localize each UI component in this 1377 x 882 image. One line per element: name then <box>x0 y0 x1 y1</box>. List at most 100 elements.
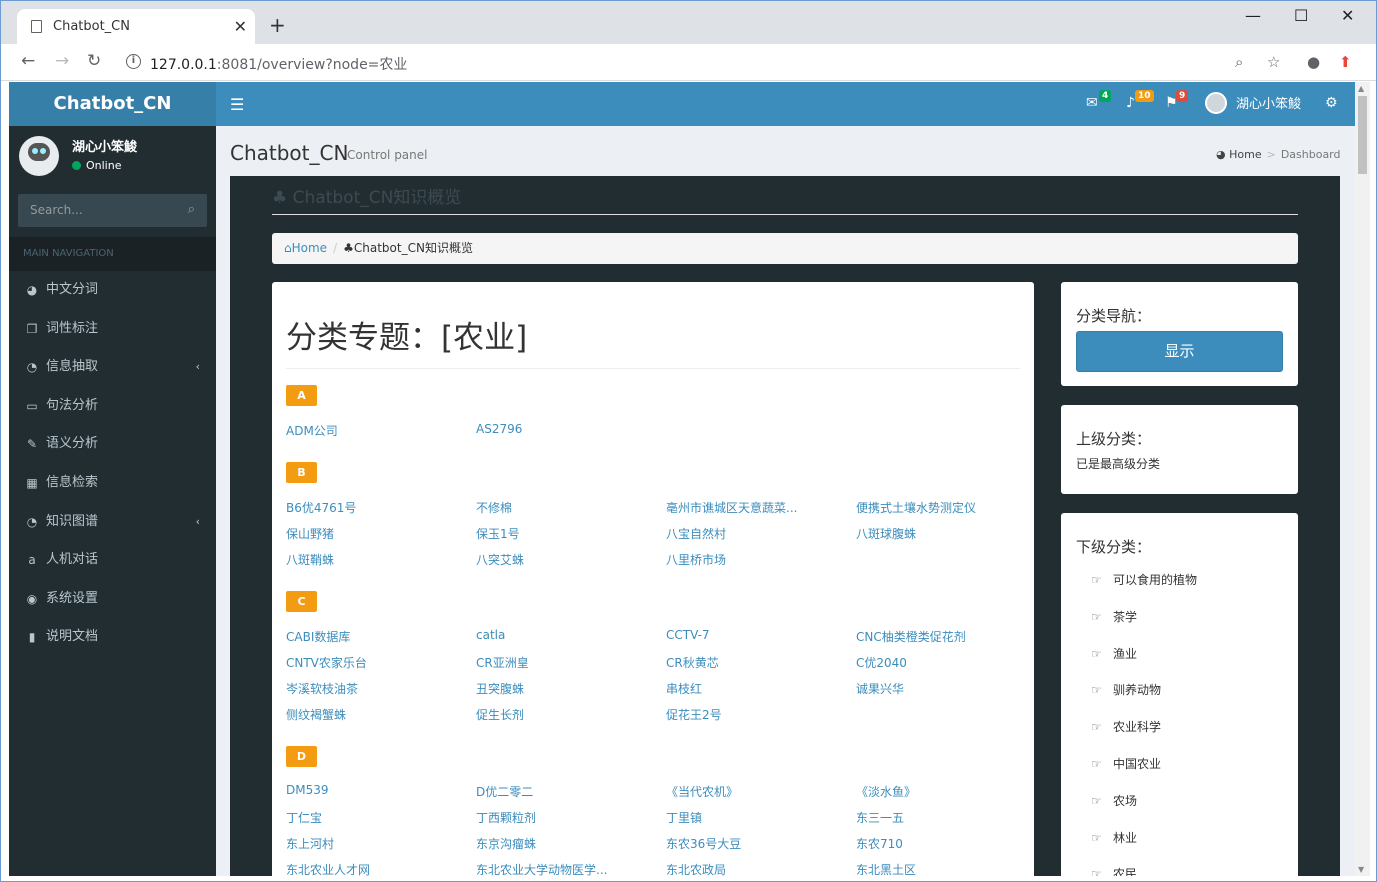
topic-link[interactable]: catla <box>476 628 505 642</box>
sidebar-toggle-icon[interactable]: ☰ <box>230 95 244 114</box>
topic-link[interactable]: C优2040 <box>856 654 907 671</box>
topic-link[interactable]: 八突艾蛛 <box>476 551 524 568</box>
app-logo[interactable]: Chatbot_CN <box>9 82 216 126</box>
zoom-icon[interactable]: ⌕ <box>1235 53 1243 71</box>
topic-link[interactable]: 东北农业人才网 <box>286 861 370 876</box>
topic-link[interactable]: 串枝红 <box>666 680 702 697</box>
breadcrumb-home-link[interactable]: ⌂Home <box>284 241 327 255</box>
minimize-button[interactable]: — <box>1245 6 1261 25</box>
topic-link[interactable]: 东京沟瘤蛛 <box>476 835 536 852</box>
topic-link[interactable]: CABI数据库 <box>286 628 350 645</box>
topic-link[interactable]: 东农36号大豆 <box>666 835 741 852</box>
child-category-item[interactable]: ☞ 农业科学 <box>1091 718 1161 735</box>
back-button[interactable]: ← <box>21 51 35 71</box>
topic-link[interactable]: 八斑球腹蛛 <box>856 525 916 542</box>
show-button[interactable]: 显示 <box>1076 331 1283 372</box>
topic-link[interactable]: 八宝自然村 <box>666 525 726 542</box>
topic-link[interactable]: 东北黑土区 <box>856 861 916 876</box>
close-tab-icon[interactable]: ✕ <box>234 17 247 36</box>
topic-link[interactable]: CNC柚类橙类促花剂 <box>856 628 966 645</box>
scrollbar-thumb[interactable] <box>1358 96 1367 174</box>
parent-category-text: 已是最高级分类 <box>1076 457 1161 471</box>
child-category-item[interactable]: ☞ 茶学 <box>1091 608 1137 625</box>
topic-link[interactable]: 促生长剂 <box>476 706 524 723</box>
sidebar-item-extraction[interactable]: ◔ 信息抽取 ‹ <box>9 348 216 386</box>
sidebar-item-knowledge-graph[interactable]: ◔ 知识图谱 ‹ <box>9 503 216 541</box>
sidebar-item-syntax[interactable]: ▭ 句法分析 <box>9 387 216 425</box>
topic-link[interactable]: 《淡水鱼》 <box>856 783 916 800</box>
browser-tab[interactable]: Chatbot_CN ✕ <box>17 9 255 44</box>
forward-button[interactable]: → <box>55 51 69 71</box>
child-category-item[interactable]: ☞ 中国农业 <box>1091 755 1161 772</box>
topic-link[interactable]: DM539 <box>286 783 329 797</box>
topic-link[interactable]: CR秋黄芯 <box>666 654 719 671</box>
topic-link[interactable]: 丑突腹蛛 <box>476 680 524 697</box>
child-category-item[interactable]: ☞ 林业 <box>1091 829 1137 846</box>
info-icon[interactable]: i <box>126 54 141 69</box>
child-category-item[interactable]: ☞ 农民 <box>1091 865 1137 876</box>
topic-link[interactable]: 保山野猪 <box>286 525 334 542</box>
breadcrumb-home[interactable]: Home <box>1229 148 1261 161</box>
hand-pointer-icon: ☞ <box>1091 647 1102 661</box>
page-scrollbar[interactable]: ▲ ▼ <box>1355 82 1370 876</box>
sidebar-item-dialog[interactable]: a 人机对话 <box>9 541 216 579</box>
close-window-button[interactable]: ✕ <box>1341 6 1354 25</box>
sidebar-search-input[interactable]: Search... ⌕ <box>18 194 207 227</box>
sidebar-item-segmentation[interactable]: ◕ 中文分词 <box>9 271 216 309</box>
topic-link[interactable]: 丁仁宝 <box>286 809 322 826</box>
browser-window: Chatbot_CN ✕ + — ☐ ✕ ← → ↻ i 127.0.0.1:8… <box>0 0 1377 882</box>
child-category-item[interactable]: ☞ 渔业 <box>1091 645 1137 662</box>
topic-link[interactable]: 不修棉 <box>476 499 512 516</box>
maximize-button[interactable]: ☐ <box>1294 6 1308 25</box>
reload-button[interactable]: ↻ <box>87 51 101 71</box>
topic-link[interactable]: 八斑鞘蛛 <box>286 551 334 568</box>
scroll-down-icon[interactable]: ▼ <box>1358 865 1364 874</box>
search-icon[interactable]: ⌕ <box>188 202 195 217</box>
child-category-item[interactable]: ☞ 农场 <box>1091 792 1137 809</box>
topic-link[interactable]: 东农710 <box>856 835 903 852</box>
sidebar-item-settings[interactable]: ◉ 系统设置 <box>9 580 216 618</box>
topic-link[interactable]: D优二零二 <box>476 783 533 800</box>
topic-link[interactable]: 丁里镇 <box>666 809 702 826</box>
topic-link[interactable]: CR亚洲皇 <box>476 654 529 671</box>
topic-link[interactable]: 东北农政局 <box>666 861 726 876</box>
topic-link[interactable]: AS2796 <box>476 422 522 436</box>
topic-link[interactable]: 诚果兴华 <box>856 680 904 697</box>
topic-link[interactable]: 丁西颗粒剂 <box>476 809 536 826</box>
bell-icon[interactable]: ♪ <box>1126 95 1135 111</box>
topic-link[interactable]: CNTV农家乐台 <box>286 654 367 671</box>
topic-link[interactable]: B6优4761号 <box>286 499 356 516</box>
topic-link[interactable]: 东三一五 <box>856 809 904 826</box>
scroll-up-icon[interactable]: ▲ <box>1358 84 1364 93</box>
topic-link[interactable]: 《当代农机》 <box>666 783 738 800</box>
topic-link[interactable]: 岑溪软枝油茶 <box>286 680 358 697</box>
divider <box>286 368 1020 369</box>
topic-link[interactable]: 亳州市谯城区天意蔬菜... <box>666 499 797 516</box>
user-avatar[interactable] <box>1205 92 1227 114</box>
topic-link[interactable]: 保玉1号 <box>476 525 520 542</box>
topic-link[interactable]: 八里桥市场 <box>666 551 726 568</box>
topic-link[interactable]: CCTV-7 <box>666 628 710 642</box>
sidebar-item-retrieval[interactable]: ▦ 信息检索 <box>9 464 216 502</box>
nav-section-header: MAIN NAVIGATION <box>9 237 216 271</box>
topic-link[interactable]: ADM公司 <box>286 422 338 439</box>
update-icon[interactable]: ⬆ <box>1339 53 1352 71</box>
child-category-item[interactable]: ☞ 驯养动物 <box>1091 681 1161 698</box>
sidebar-item-semantic[interactable]: ✎ 语义分析 <box>9 425 216 463</box>
topic-link[interactable]: 侧纹褐蟹蛛 <box>286 706 346 723</box>
sidebar-user-name: 湖心小笨鮻 <box>72 140 138 155</box>
topic-link[interactable]: 便携式土壤水势测定仪 <box>856 499 976 516</box>
settings-gears-icon[interactable]: ⚙ <box>1325 95 1338 111</box>
bookmark-star-icon[interactable]: ☆ <box>1267 53 1280 71</box>
sidebar-item-pos-tagging[interactable]: ❐ 词性标注 <box>9 310 216 348</box>
child-category-item[interactable]: ☞ 可以食用的植物 <box>1091 571 1197 588</box>
topic-link[interactable]: 东北农业大学动物医学... <box>476 861 607 876</box>
address-bar[interactable]: i 127.0.0.1:8081/overview?node=农业 <box>118 48 1298 77</box>
topic-link[interactable]: 东上河村 <box>286 835 334 852</box>
topic-link[interactable]: 促花王2号 <box>666 706 722 723</box>
sidebar-item-docs[interactable]: ▮ 说明文档 <box>9 618 216 656</box>
new-tab-button[interactable]: + <box>269 13 286 37</box>
profile-icon[interactable]: ● <box>1307 53 1320 71</box>
user-menu[interactable]: 湖心小笨鮻 <box>1236 93 1301 112</box>
mail-icon[interactable]: ✉ <box>1086 95 1098 111</box>
